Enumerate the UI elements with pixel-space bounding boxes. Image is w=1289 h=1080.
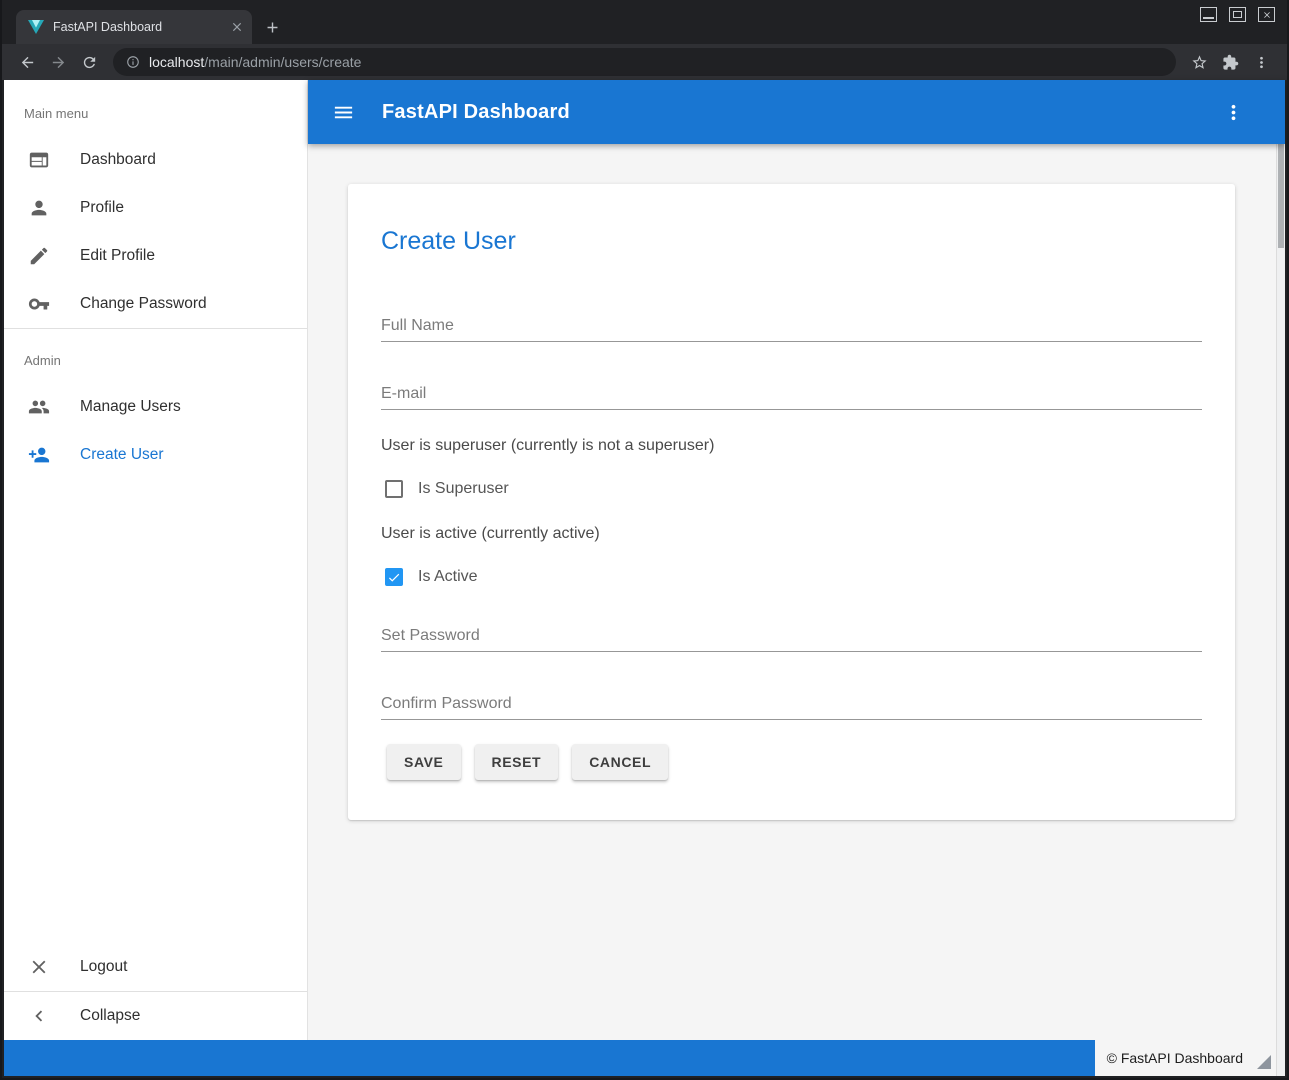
email-field (381, 362, 1202, 410)
appbar-menu-icon[interactable] (1222, 101, 1245, 124)
active-hint: User is active (currently active) (381, 524, 1202, 544)
group-icon (28, 396, 50, 418)
pencil-icon (28, 245, 50, 267)
tab-title: FastAPI Dashboard (53, 20, 221, 34)
appbar-title: FastAPI Dashboard (382, 101, 570, 124)
appbar: FastAPI Dashboard (308, 80, 1285, 144)
copyright: © FastAPI Dashboard (1107, 1050, 1243, 1066)
window-controls (1200, 7, 1275, 22)
url-text: localhost/main/admin/users/create (149, 54, 361, 70)
is-active-checkbox-row[interactable]: Is Active (385, 568, 1202, 586)
main-area: FastAPI Dashboard Create User (308, 80, 1285, 1040)
maximize-button[interactable] (1229, 7, 1246, 22)
confirm-password-field (381, 672, 1202, 720)
resize-grip-icon[interactable] (1257, 1055, 1271, 1069)
minimize-button[interactable] (1200, 7, 1217, 22)
sidebar-item-collapse[interactable]: Collapse (4, 992, 307, 1040)
set-password-input[interactable] (381, 604, 1202, 651)
dashboard-icon (28, 149, 50, 171)
sidebar-item-profile[interactable]: Profile (4, 184, 307, 232)
key-icon (28, 293, 50, 315)
person-icon (28, 197, 50, 219)
close-button[interactable] (1258, 7, 1275, 22)
menu-icon[interactable] (332, 101, 355, 124)
sidebar: Main menu Dashboard Profile (4, 80, 308, 1040)
close-icon (28, 956, 50, 978)
sidebar-spacer (4, 479, 307, 943)
url-path: /main/admin/users/create (204, 54, 361, 70)
browser-titlebar: FastAPI Dashboard (2, 0, 1287, 44)
full-name-field (381, 294, 1202, 342)
scrollbar[interactable] (1276, 80, 1285, 1076)
sidebar-item-dashboard[interactable]: Dashboard (4, 136, 307, 184)
sidebar-item-create-user[interactable]: Create User (4, 431, 307, 479)
email-input[interactable] (381, 362, 1202, 409)
set-password-field (381, 604, 1202, 652)
active-checkbox-label[interactable]: Is Active (418, 568, 478, 586)
bookmark-star-icon[interactable] (1184, 54, 1215, 71)
sidebar-item-logout[interactable]: Logout (4, 943, 307, 991)
superuser-hint: User is superuser (currently is not a su… (381, 436, 1202, 456)
browser-tab[interactable]: FastAPI Dashboard (16, 10, 252, 44)
sidebar-section-admin: Admin (4, 337, 307, 383)
browser-window: FastAPI Dashboard (0, 0, 1289, 1080)
sidebar-item-manage-users[interactable]: Manage Users (4, 383, 307, 431)
active-checkbox-icon[interactable] (385, 568, 403, 586)
create-user-card: Create User User is superuser (currently… (348, 184, 1235, 820)
address-bar[interactable]: localhost/main/admin/users/create (113, 48, 1176, 76)
tab-close-icon[interactable] (230, 20, 244, 34)
page-viewport: Main menu Dashboard Profile (4, 80, 1285, 1076)
full-name-input[interactable] (381, 294, 1202, 341)
cancel-button[interactable]: CANCEL (572, 744, 668, 780)
sidebar-divider (4, 328, 307, 329)
reset-button[interactable]: RESET (475, 744, 559, 780)
sidebar-item-edit-profile[interactable]: Edit Profile (4, 232, 307, 280)
form-actions: SAVE RESET CANCEL (387, 744, 1202, 780)
forward-icon[interactable] (43, 54, 74, 71)
browser-menu-icon[interactable] (1246, 54, 1277, 71)
vuetify-logo-icon (28, 19, 44, 35)
sidebar-item-change-password[interactable]: Change Password (4, 280, 307, 328)
page-title: Create User (381, 226, 1202, 256)
back-icon[interactable] (12, 54, 43, 71)
new-tab-button[interactable] (264, 19, 281, 36)
confirm-password-input[interactable] (381, 672, 1202, 719)
footer: © FastAPI Dashboard (4, 1040, 1285, 1076)
superuser-checkbox-icon[interactable] (385, 480, 403, 498)
url-host: localhost (149, 54, 204, 70)
footer-bar (4, 1040, 1095, 1076)
browser-toolbar: localhost/main/admin/users/create (2, 44, 1287, 80)
superuser-checkbox-label[interactable]: Is Superuser (418, 480, 509, 498)
reload-icon[interactable] (74, 54, 105, 71)
is-superuser-checkbox-row[interactable]: Is Superuser (385, 480, 1202, 498)
main-content: Create User User is superuser (currently… (308, 144, 1285, 1040)
person-add-icon (28, 444, 50, 466)
save-button[interactable]: SAVE (387, 744, 461, 780)
site-info-icon[interactable] (126, 55, 140, 69)
chevron-left-icon (28, 1005, 50, 1027)
sidebar-section-main-menu: Main menu (4, 90, 307, 136)
extensions-icon[interactable] (1215, 54, 1246, 71)
